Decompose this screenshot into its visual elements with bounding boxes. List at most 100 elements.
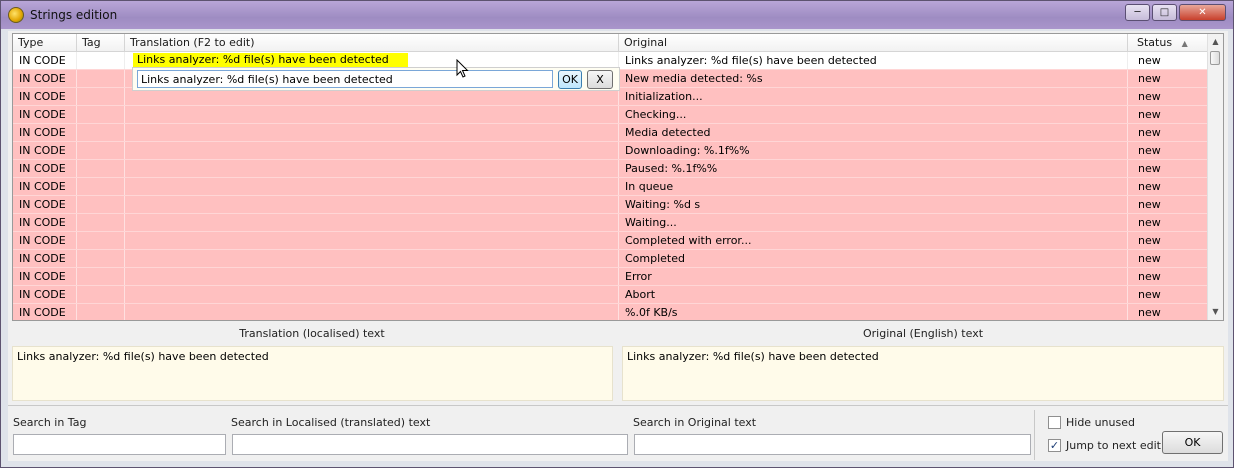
row-status-cell: new bbox=[1128, 106, 1209, 123]
table-row[interactable]: IN CODE Error new bbox=[13, 268, 1209, 286]
table-row[interactable]: IN CODE Completed with error... new bbox=[13, 232, 1209, 250]
row-tag-cell bbox=[77, 142, 125, 159]
original-panel-label: Original (English) text bbox=[862, 327, 984, 340]
inline-editor: OK X bbox=[132, 67, 620, 91]
options-group: Hide unused ✓ Jump to next edit OK bbox=[1034, 410, 1229, 460]
strings-table[interactable]: Type Tag Translation (F2 to edit) Origin… bbox=[12, 33, 1224, 321]
table-row[interactable]: IN CODE Waiting: %d s new bbox=[13, 196, 1209, 214]
row-status-cell: new bbox=[1128, 70, 1209, 87]
row-type-cell: IN CODE bbox=[13, 70, 77, 87]
row-original-cell: Checking... bbox=[619, 106, 1128, 123]
column-header-status[interactable]: Status ▲ bbox=[1128, 34, 1209, 51]
jump-next-label[interactable]: Jump to next edit bbox=[1066, 439, 1161, 452]
row-tag-cell bbox=[77, 106, 125, 123]
column-header-type[interactable]: Type bbox=[13, 34, 77, 51]
minimize-button[interactable]: ─ bbox=[1125, 4, 1150, 21]
row-original-cell: Downloading: %.1f%% bbox=[619, 142, 1128, 159]
ok-button[interactable]: OK bbox=[1162, 431, 1223, 454]
jump-next-checkbox[interactable]: ✓ bbox=[1048, 439, 1061, 452]
close-button[interactable]: ✕ bbox=[1179, 4, 1226, 21]
search-tag-label: Search in Tag bbox=[13, 416, 87, 429]
translation-panel-label: Translation (localised) text bbox=[239, 327, 385, 340]
row-tag-cell bbox=[77, 52, 125, 69]
row-translation-cell bbox=[125, 160, 619, 177]
row-status-cell: new bbox=[1128, 142, 1209, 159]
row-type-cell: IN CODE bbox=[13, 124, 77, 141]
row-status-cell: new bbox=[1128, 304, 1209, 320]
column-header-original[interactable]: Original bbox=[619, 34, 1128, 51]
column-header-tag[interactable]: Tag bbox=[77, 34, 125, 51]
row-translation-cell bbox=[125, 142, 619, 159]
scroll-up-arrow-icon[interactable]: ▲ bbox=[1208, 34, 1223, 50]
row-tag-cell bbox=[77, 70, 125, 87]
row-type-cell: IN CODE bbox=[13, 160, 77, 177]
table-row[interactable]: IN CODE In queue new bbox=[13, 178, 1209, 196]
row-type-cell: IN CODE bbox=[13, 178, 77, 195]
column-header-translation[interactable]: Translation (F2 to edit) bbox=[125, 34, 619, 51]
inline-cancel-button[interactable]: X bbox=[587, 70, 613, 89]
row-type-cell: IN CODE bbox=[13, 88, 77, 105]
table-row[interactable]: IN CODE %.0f KB/s new bbox=[13, 304, 1209, 320]
row-original-cell: Media detected bbox=[619, 124, 1128, 141]
row-type-cell: IN CODE bbox=[13, 304, 77, 320]
hide-unused-label[interactable]: Hide unused bbox=[1066, 416, 1135, 429]
original-text-box[interactable]: Links analyzer: %d file(s) have been det… bbox=[622, 346, 1224, 401]
vertical-scrollbar[interactable]: ▲ ▼ bbox=[1207, 34, 1223, 320]
row-original-cell: %.0f KB/s bbox=[619, 304, 1128, 320]
table-row[interactable]: IN CODE Abort new bbox=[13, 286, 1209, 304]
search-tag-input[interactable] bbox=[13, 434, 226, 455]
table-row[interactable]: IN CODE Media detected new bbox=[13, 124, 1209, 142]
row-status-cell: new bbox=[1128, 160, 1209, 177]
inline-ok-button[interactable]: OK bbox=[558, 70, 582, 89]
inline-edit-input[interactable] bbox=[137, 70, 553, 88]
hide-unused-checkbox[interactable] bbox=[1048, 416, 1061, 429]
table-row[interactable]: IN CODE Paused: %.1f%% new bbox=[13, 160, 1209, 178]
row-tag-cell bbox=[77, 196, 125, 213]
row-translation-cell bbox=[125, 250, 619, 267]
row-original-cell: Completed with error... bbox=[619, 232, 1128, 249]
table-header: Type Tag Translation (F2 to edit) Origin… bbox=[13, 34, 1209, 52]
row-translation-cell bbox=[125, 196, 619, 213]
row-type-cell: IN CODE bbox=[13, 214, 77, 231]
row-tag-cell bbox=[77, 304, 125, 320]
row-translation-cell bbox=[125, 214, 619, 231]
row-tag-cell bbox=[77, 178, 125, 195]
row-original-cell: Completed bbox=[619, 250, 1128, 267]
row-type-cell: IN CODE bbox=[13, 286, 77, 303]
row-tag-cell bbox=[77, 250, 125, 267]
row-original-cell: Initialization... bbox=[619, 88, 1128, 105]
table-row[interactable]: IN CODE Downloading: %.1f%% new bbox=[13, 142, 1209, 160]
row-translation-cell bbox=[125, 232, 619, 249]
search-localised-input[interactable] bbox=[232, 434, 628, 455]
selected-translation-highlight: Links analyzer: %d file(s) have been det… bbox=[133, 53, 408, 67]
scroll-down-arrow-icon[interactable]: ▼ bbox=[1208, 304, 1223, 320]
row-type-cell: IN CODE bbox=[13, 268, 77, 285]
maximize-button[interactable]: □ bbox=[1152, 4, 1177, 21]
row-original-cell: In queue bbox=[619, 178, 1128, 195]
client-area: Type Tag Translation (F2 to edit) Origin… bbox=[8, 31, 1228, 461]
table-row[interactable]: IN CODE Waiting... new bbox=[13, 214, 1209, 232]
row-tag-cell bbox=[77, 214, 125, 231]
translation-text-box[interactable]: Links analyzer: %d file(s) have been det… bbox=[12, 346, 613, 401]
row-tag-cell bbox=[77, 286, 125, 303]
table-row[interactable]: IN CODE Completed new bbox=[13, 250, 1209, 268]
row-status-cell: new bbox=[1128, 178, 1209, 195]
row-status-cell: new bbox=[1128, 232, 1209, 249]
scrollbar-thumb[interactable] bbox=[1210, 51, 1220, 65]
search-localised-label: Search in Localised (translated) text bbox=[231, 416, 431, 429]
row-status-cell: new bbox=[1128, 268, 1209, 285]
title-bar[interactable]: Strings edition ─ □ ✕ bbox=[1, 1, 1233, 29]
search-original-input[interactable] bbox=[634, 434, 1031, 455]
row-original-cell: Paused: %.1f%% bbox=[619, 160, 1128, 177]
row-translation-cell bbox=[125, 178, 619, 195]
row-translation-cell bbox=[125, 286, 619, 303]
row-original-cell: Waiting... bbox=[619, 214, 1128, 231]
table-row[interactable]: IN CODE Checking... new bbox=[13, 106, 1209, 124]
search-original-label: Search in Original text bbox=[633, 416, 757, 429]
row-original-cell: Abort bbox=[619, 286, 1128, 303]
row-type-cell: IN CODE bbox=[13, 232, 77, 249]
app-icon bbox=[8, 7, 24, 23]
row-status-cell: new bbox=[1128, 196, 1209, 213]
row-status-cell: new bbox=[1128, 250, 1209, 267]
row-status-cell: new bbox=[1128, 124, 1209, 141]
